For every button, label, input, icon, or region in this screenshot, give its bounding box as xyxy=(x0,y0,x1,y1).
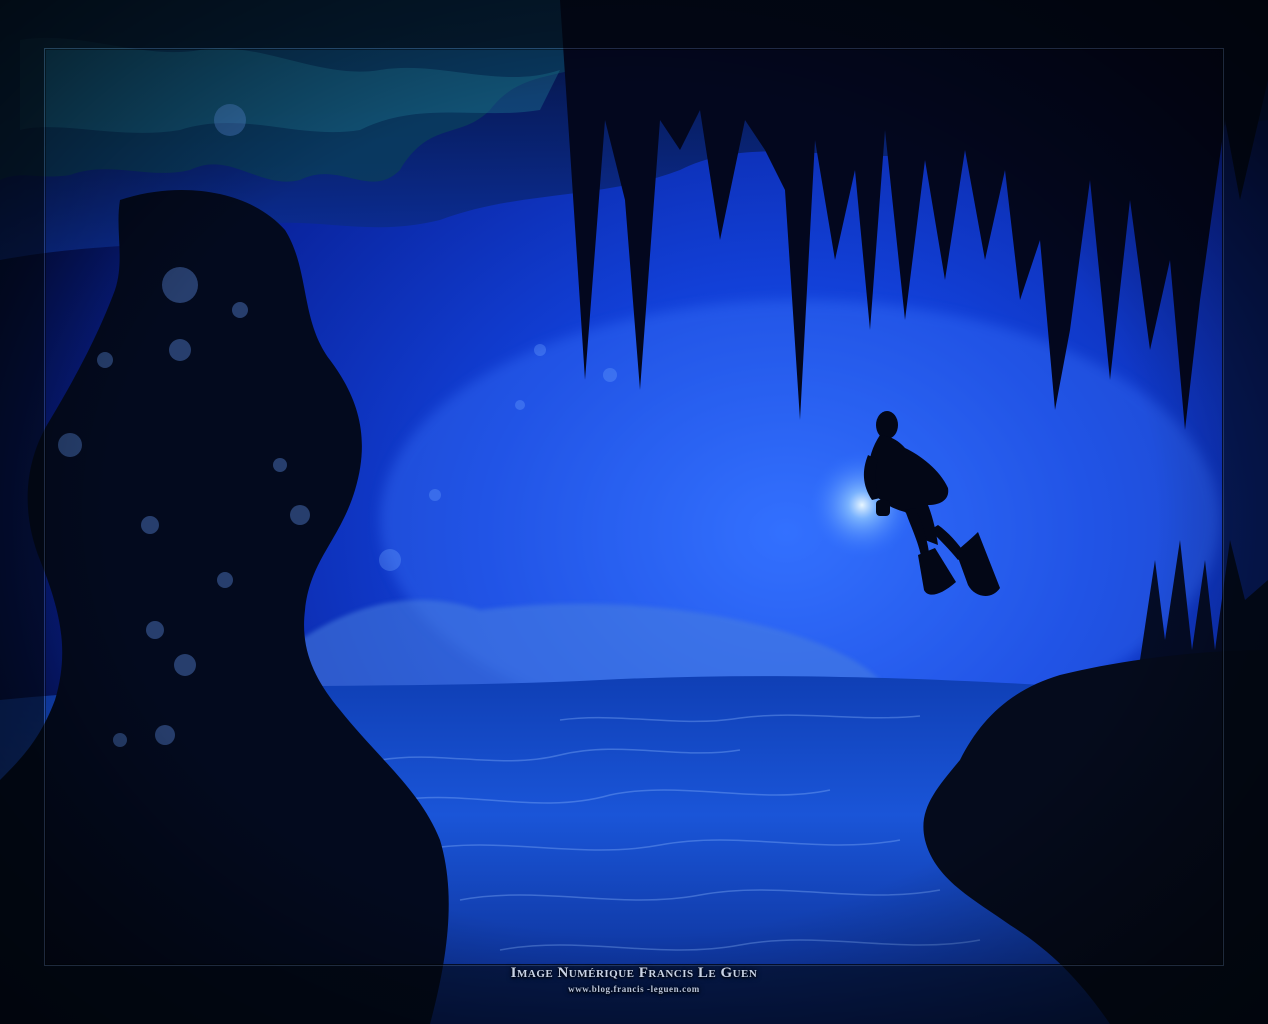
credit-title: Image Numérique Francis Le Guen xyxy=(510,965,758,981)
cave-scene xyxy=(0,0,1268,1024)
credit-url: www.blog.francis -leguen.com xyxy=(568,984,700,994)
artwork-canvas: Image Numérique Francis Le Guen www.blog… xyxy=(0,0,1268,1024)
vignette-overlay xyxy=(0,0,1268,1024)
